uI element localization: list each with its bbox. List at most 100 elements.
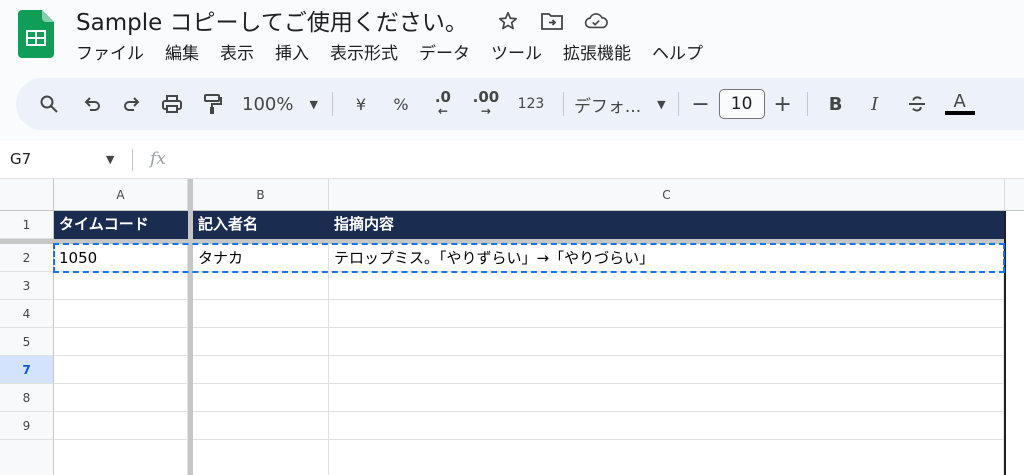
empty-cell[interactable] (193, 384, 329, 412)
empty-cell[interactable] (193, 272, 329, 300)
document-title[interactable]: Sample コピーしてご使用ください。 (76, 8, 468, 38)
font-family-value: デフォ... (573, 96, 642, 117)
select-all-corner[interactable] (0, 179, 54, 211)
empty-cell[interactable] (329, 272, 1004, 300)
frozen-row-divider[interactable] (0, 239, 1004, 244)
more-formats-button[interactable]: 123 (509, 88, 553, 120)
menu-tools[interactable]: ツール (491, 41, 552, 67)
row-header[interactable]: 2 (0, 244, 54, 272)
menu-help[interactable]: ヘルプ (652, 41, 713, 67)
font-size-increase-button[interactable]: + (771, 88, 795, 120)
toolbar: 100% ▼ ¥ % .0 ← .00 → 123 デフォ... ▼ − 10 … (16, 78, 1024, 130)
row-header[interactable]: 8 (0, 384, 54, 412)
arrow-right-icon: → (480, 104, 491, 118)
text-color-label: A (953, 91, 966, 112)
name-box[interactable]: G7 (10, 150, 31, 168)
empty-cell[interactable] (329, 328, 1004, 356)
star-icon[interactable] (496, 9, 520, 33)
empty-cell[interactable] (329, 356, 1004, 384)
empty-cell[interactable] (193, 356, 329, 384)
undo-icon[interactable] (72, 88, 112, 120)
decrease-decimal-label: .0 (434, 88, 451, 106)
menu-view[interactable]: 表示 (220, 41, 264, 67)
fx-icon: fx (150, 149, 166, 169)
empty-cell[interactable] (54, 300, 188, 328)
empty-cell[interactable] (54, 356, 188, 384)
menu-file[interactable]: ファイル (76, 41, 154, 67)
column-header-d[interactable] (1005, 179, 1024, 211)
font-size-input[interactable]: 10 (718, 89, 765, 119)
column-header-c[interactable]: C (329, 179, 1005, 211)
cell-b2[interactable]: タナカ (193, 244, 329, 272)
decrease-decimal-button[interactable]: .0 ← (423, 88, 463, 120)
cell-a2[interactable]: 1050 (54, 244, 188, 272)
formula-bar: G7 ▼ fx (0, 141, 1024, 179)
row-header[interactable]: 9 (0, 412, 54, 440)
row-header[interactable]: 4 (0, 300, 54, 328)
percent-button[interactable]: % (379, 88, 423, 120)
header-cell-author[interactable]: 記入者名 (193, 211, 329, 239)
empty-cell[interactable] (193, 328, 329, 356)
font-size-field[interactable]: 10 (718, 88, 765, 120)
menu-format[interactable]: 表示形式 (330, 41, 408, 67)
row-header[interactable]: 3 (0, 272, 54, 300)
chevron-down-icon[interactable]: ▼ (106, 153, 114, 166)
column-header-a[interactable]: A (54, 179, 188, 211)
menu-insert[interactable]: 挿入 (275, 41, 319, 67)
increase-decimal-label: .00 (472, 88, 500, 106)
empty-cell[interactable] (193, 300, 329, 328)
toolbar-divider (562, 92, 564, 116)
bold-button[interactable]: B (818, 88, 854, 120)
chevron-down-icon: ▼ (657, 97, 666, 111)
text-color-swatch (944, 111, 975, 115)
empty-cell[interactable] (54, 384, 188, 412)
sheets-app: Sample コピーしてご使用ください。 ファイル 編集 表示 挿入 表示形式 … (0, 0, 1024, 475)
zoom-select[interactable]: 100% ▼ (242, 88, 318, 120)
chevron-down-icon: ▼ (309, 97, 318, 111)
strikethrough-icon[interactable] (896, 88, 938, 120)
empty-cell[interactable] (54, 412, 188, 440)
row-header-selected[interactable]: 7 (0, 356, 54, 384)
row-header[interactable]: 1 (0, 211, 54, 239)
menu-edit[interactable]: 編集 (165, 41, 209, 67)
menu-data[interactable]: データ (419, 41, 480, 67)
column-header-b[interactable]: B (193, 179, 329, 211)
print-icon[interactable] (152, 88, 192, 120)
currency-button[interactable]: ¥ (343, 88, 379, 120)
row-header[interactable]: 5 (0, 328, 54, 356)
empty-cell[interactable] (54, 440, 188, 475)
arrow-left-icon: ← (437, 104, 448, 118)
zoom-value: 100% (242, 93, 294, 115)
frozen-column-divider[interactable] (188, 179, 193, 475)
menu-extensions[interactable]: 拡張機能 (563, 41, 641, 67)
empty-cell[interactable] (329, 300, 1004, 328)
toolbar-divider (331, 92, 333, 116)
row-header[interactable] (0, 440, 54, 475)
text-color-button[interactable]: A (938, 88, 982, 120)
increase-decimal-button[interactable]: .00 → (463, 88, 509, 120)
font-family-select[interactable]: デフォ... ▼ (574, 88, 666, 120)
empty-cell[interactable] (54, 272, 188, 300)
formula-bar-divider (132, 149, 133, 171)
toolbar-divider (677, 92, 679, 116)
empty-cell[interactable] (329, 440, 1004, 475)
empty-cell[interactable] (193, 440, 329, 475)
paint-format-icon[interactable] (192, 88, 232, 120)
sheets-logo[interactable] (18, 10, 54, 58)
redo-icon[interactable] (112, 88, 152, 120)
empty-cell[interactable] (329, 384, 1004, 412)
move-folder-icon[interactable] (540, 9, 564, 33)
cloud-saved-icon[interactable] (584, 9, 608, 33)
toolbar-divider (806, 92, 808, 116)
font-size-decrease-button[interactable]: − (689, 88, 713, 120)
spreadsheet-grid: A B C 1 2 3 4 5 7 8 9 タイムコード 記入者名 指摘内容 1… (0, 179, 1024, 475)
empty-cell[interactable] (193, 412, 329, 440)
column-c-right-border (1004, 211, 1006, 475)
empty-cell[interactable] (54, 328, 188, 356)
search-icon[interactable] (34, 88, 64, 120)
italic-button[interactable]: I (854, 88, 896, 120)
header-cell-timecode[interactable]: タイムコード (54, 211, 188, 239)
cell-c2[interactable]: テロップミス。「やりずらい」→「やりづらい」 (329, 244, 1004, 272)
empty-cell[interactable] (329, 412, 1004, 440)
header-cell-comment[interactable]: 指摘内容 (329, 211, 1004, 239)
